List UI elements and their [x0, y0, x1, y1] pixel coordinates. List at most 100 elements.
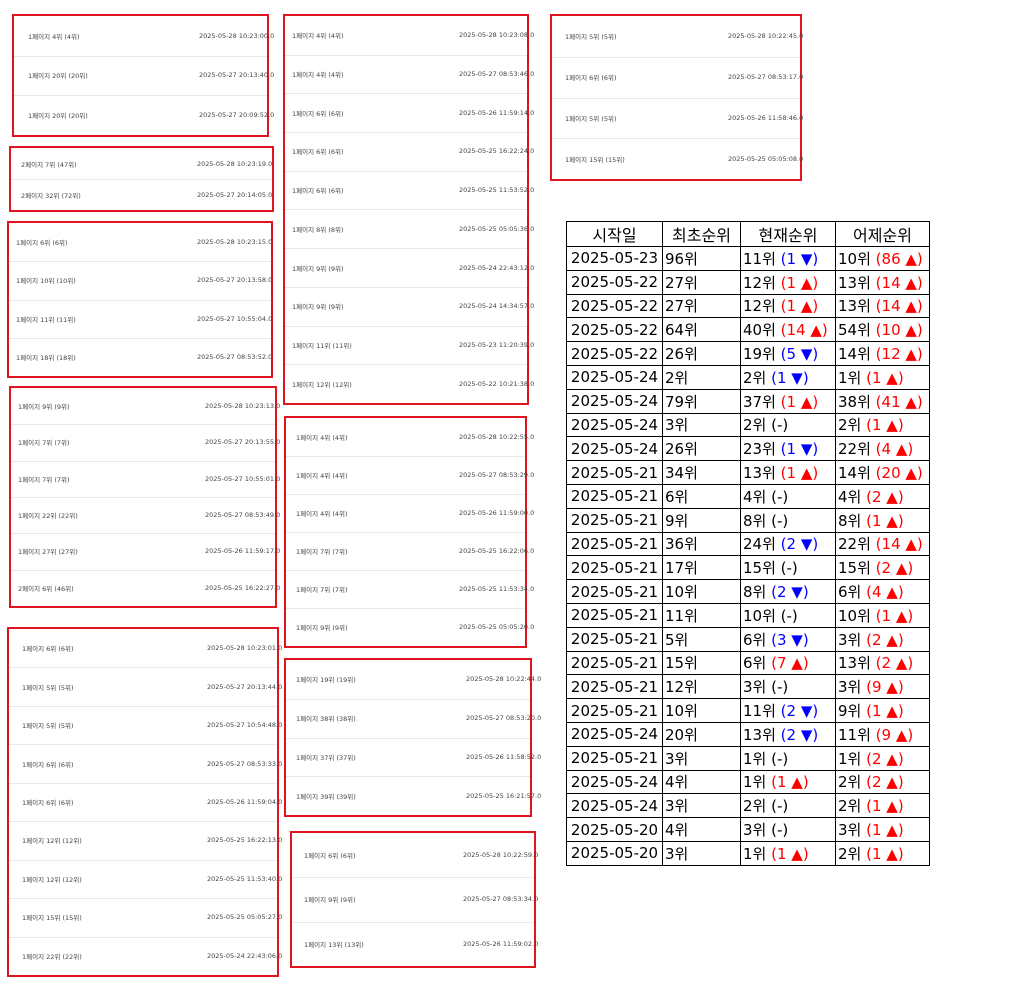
rank-row: 2025-05-21 10위 8위 (2 ▼) 6위 (4 ▲) — [566, 579, 930, 604]
history-row: 1페이지 20위 (20위) 2025-05-27 20:09:52.0 — [14, 95, 274, 135]
current-rank-value: 2위 — [743, 797, 767, 816]
timestamp-text: 2025-05-26 11:59:02.0 — [463, 939, 539, 948]
timestamp-text: 2025-05-28 10:22:45.0 — [728, 32, 804, 41]
yesterday-rank-value: 1위 — [838, 368, 862, 387]
rank-row: 2025-05-21 17위 15위 (-) 15위 (2 ▲) — [566, 555, 930, 581]
history-row: 1페이지 6위 (6위) 2025-05-27 08:53:33.0 — [9, 744, 282, 784]
start-date-cell: 2025-05-21 — [566, 650, 663, 676]
history-row: 1페이지 6위 (6위) 2025-05-28 10:23:01.0 — [9, 629, 282, 669]
yesterday-rank-value: 4위 — [838, 487, 862, 506]
current-rank-change: (1 ▼) — [780, 440, 819, 459]
current-rank-change: (5 ▼) — [780, 345, 819, 364]
page-rank-text: 1페이지 22위 (22위) — [22, 952, 82, 961]
rank-history-box: 1페이지 5위 (5위) 2025-05-28 10:22:45.0 1페이지 6위… — [550, 14, 804, 181]
timestamp-text: 2025-05-25 05:05:36.0 — [459, 224, 535, 233]
yesterday-rank-value: 3위 — [838, 678, 862, 697]
timestamp-text: 2025-05-26 11:59:14.0 — [459, 108, 535, 117]
rank-row: 2025-05-24 3위 2위 (-) 2위 (1 ▲) — [566, 793, 930, 819]
rank-row: 2025-05-21 10위 11위 (2 ▼) 9위 (1 ▲) — [566, 698, 930, 723]
current-rank-cell: 23위 (1 ▼) — [740, 436, 836, 462]
page-rank-text: 1페이지 10위 (10위) — [16, 277, 76, 286]
timestamp-text: 2025-05-27 08:53:33.0 — [207, 759, 283, 768]
history-row: 1페이지 7위 (7위) 2025-05-25 11:53:34.0 — [286, 570, 534, 609]
current-rank-value: 23위 — [743, 440, 776, 459]
first-rank-cell: 96위 — [662, 246, 741, 271]
yesterday-rank-change: (4 ▲) — [866, 583, 904, 602]
history-row: 1페이지 27위 (27위) 2025-05-26 11:59:17.0 — [11, 533, 280, 571]
current-rank-change: (2 ▼) — [780, 725, 819, 744]
first-rank-cell: 12위 — [662, 674, 741, 700]
start-date-cell: 2025-05-20 — [566, 817, 663, 842]
start-date-cell: 2025-05-24 — [566, 388, 663, 414]
current-rank-value: 37위 — [743, 392, 776, 411]
current-rank-change: (-) — [771, 511, 789, 530]
yesterday-rank-cell: 2위 (1 ▲) — [835, 793, 930, 819]
timestamp-text: 2025-05-27 10:55:04.0 — [197, 314, 273, 323]
current-rank-value: 13위 — [743, 464, 776, 483]
yesterday-rank-value: 2위 — [838, 416, 862, 435]
current-rank-cell: 8위 (2 ▼) — [740, 579, 836, 604]
timestamp-text: 2025-05-23 11:20:39.0 — [459, 340, 535, 349]
history-row: 1페이지 6위 (6위) 2025-05-25 16:22:24.0 — [285, 132, 534, 172]
current-rank-change: (3 ▼) — [771, 630, 809, 649]
yesterday-rank-value: 9위 — [838, 702, 862, 721]
page-rank-text: 1페이지 4위 (4위) — [292, 71, 344, 80]
yesterday-rank-value: 11위 — [838, 725, 871, 744]
timestamp-text: 2025-05-25 05:05:20.0 — [459, 623, 535, 631]
current-rank-cell: 40위 (14 ▲) — [740, 317, 836, 343]
current-rank-change: (1 ▲) — [780, 297, 819, 316]
page-rank-text: 1페이지 22위 (22위) — [18, 512, 78, 521]
yesterday-rank-value: 13위 — [838, 654, 871, 673]
timestamp-text: 2025-05-25 16:22:13.0 — [207, 836, 283, 845]
timestamp-text: 2025-05-27 10:54:48.0 — [207, 721, 283, 730]
yesterday-rank-cell: 8위 (1 ▲) — [835, 507, 930, 533]
timestamp-text: 2025-05-28 10:23:19.0 — [197, 159, 273, 168]
timestamp-text: 2025-05-27 08:53:46.0 — [459, 70, 535, 79]
rank-history-box: 1페이지 6위 (6위) 2025-05-28 10:23:01.0 1페이지 5위… — [7, 627, 283, 977]
current-rank-change: (1 ▲) — [771, 773, 809, 792]
yesterday-rank-value: 13위 — [838, 297, 871, 316]
start-date-cell: 2025-05-22 — [566, 317, 663, 343]
current-rank-cell: 6위 (3 ▼) — [740, 626, 836, 652]
timestamp-text: 2025-05-28 10:22:59.0 — [463, 851, 539, 860]
start-date-cell: 2025-05-21 — [566, 531, 663, 557]
rank-table-header-row: 시작일 최초순위 현재순위 어제순위 — [566, 221, 930, 247]
header-start-date: 시작일 — [566, 221, 663, 247]
first-rank-cell: 26위 — [662, 436, 741, 462]
current-rank-change: (-) — [771, 487, 789, 506]
current-rank-change: (-) — [771, 797, 789, 816]
current-rank-value: 1위 — [743, 749, 767, 768]
start-date-cell: 2025-05-21 — [566, 555, 663, 581]
history-row: 1페이지 12위 (12위) 2025-05-25 16:22:13.0 — [9, 821, 282, 861]
current-rank-cell: 1위 (1 ▲) — [740, 840, 836, 866]
timestamp-text: 2025-05-28 10:22:55.0 — [459, 433, 535, 441]
page-rank-text: 2페이지 7위 (47위) — [21, 160, 77, 169]
yesterday-rank-change: (2 ▲) — [875, 559, 914, 578]
timestamp-text: 2025-05-24 14:34:57.0 — [459, 302, 535, 311]
yesterday-rank-cell: 2위 (1 ▲) — [835, 412, 930, 438]
page-rank-text: 1페이지 9위 (9위) — [292, 264, 344, 273]
current-rank-value: 13위 — [743, 725, 776, 744]
rank-row: 2025-05-21 3위 1위 (-) 1위 (2 ▲) — [566, 745, 930, 771]
yesterday-rank-change: (2 ▲) — [866, 749, 904, 768]
current-rank-cell: 15위 (-) — [740, 555, 836, 581]
start-date-cell: 2025-05-24 — [566, 436, 663, 462]
timestamp-text: 2025-05-27 20:14:05.0 — [197, 190, 273, 199]
history-row: 1페이지 5위 (5위) 2025-05-26 11:58:46.0 — [552, 98, 803, 140]
current-rank-cell: 8위 (-) — [740, 507, 836, 533]
history-row: 1페이지 6위 (6위) 2025-05-28 10:22:59.0 — [292, 833, 538, 879]
page-rank-text: 1페이지 11위 (11위) — [16, 315, 76, 324]
history-row: 1페이지 11위 (11위) 2025-05-27 10:55:04.0 — [9, 300, 273, 339]
current-rank-change: (1 ▲) — [771, 844, 809, 863]
current-rank-cell: 2위 (1 ▼) — [740, 364, 836, 390]
yesterday-rank-change: (1 ▲) — [866, 702, 904, 721]
current-rank-cell: 10위 (-) — [740, 602, 836, 628]
current-rank-value: 15위 — [743, 559, 776, 578]
first-rank-cell: 2위 — [662, 364, 741, 390]
history-row: 1페이지 9위 (9위) 2025-05-24 14:34:57.0 — [285, 287, 534, 327]
page-rank-text: 1페이지 7위 (7위) — [18, 439, 70, 448]
history-row: 2페이지 6위 (46위) 2025-05-25 16:22:27.0 — [11, 570, 280, 606]
timestamp-text: 2025-05-24 22:43:06.0 — [207, 951, 283, 960]
start-date-cell: 2025-05-24 — [566, 721, 663, 747]
current-rank-value: 2위 — [743, 416, 767, 435]
